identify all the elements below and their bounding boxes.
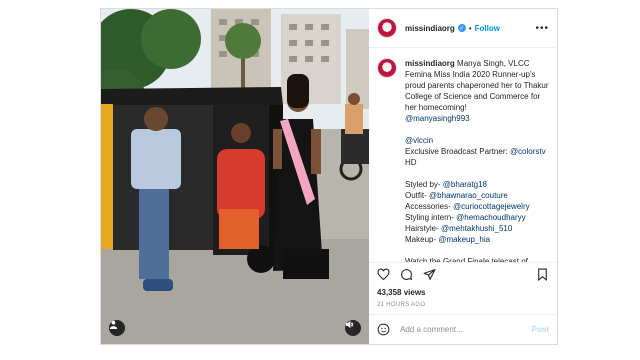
comment-box: Post <box>369 314 557 344</box>
caption-segment: Styling intern- <box>405 213 454 222</box>
caption-segment: HD Styled by- <box>405 158 441 189</box>
caption-segment: Makeup- <box>405 235 437 244</box>
follow-button[interactable]: Follow <box>475 24 500 33</box>
post-comment-button[interactable]: Post <box>532 325 549 334</box>
mention-link[interactable]: @mehtakhushi_510 <box>441 224 512 233</box>
caption-body: Manya Singh, VLCC Femina Miss India 2020… <box>405 59 551 262</box>
separator-dot: • <box>468 23 472 33</box>
caption-section: missindiaorg Manya Singh, VLCC Femina Mi… <box>369 48 557 262</box>
comment-icon[interactable] <box>400 268 413 281</box>
bookmark-icon[interactable] <box>536 268 549 281</box>
mention-link[interactable]: @curiocottagejewelry <box>453 202 530 211</box>
mention-link[interactable]: @colorstv <box>510 147 546 156</box>
mention-link[interactable]: @makeup_hia <box>438 235 490 244</box>
caption-text: missindiaorg Manya Singh, VLCC Femina Mi… <box>405 58 549 262</box>
post-header: missindiaorg ✓ • Follow ••• <box>369 9 557 48</box>
mention-link[interactable]: @bharatg18 <box>443 180 487 189</box>
post-video[interactable] <box>101 9 369 344</box>
speaker-icon[interactable] <box>345 320 361 336</box>
verified-badge-icon: ✓ <box>457 24 466 32</box>
emoji-icon[interactable] <box>377 323 390 336</box>
mention-link[interactable]: @bhawnarao_couture <box>429 191 508 200</box>
comment-input[interactable] <box>398 324 532 335</box>
mention-link[interactable]: @vlccin <box>405 136 433 145</box>
view-count[interactable]: 43,358 views <box>369 286 557 297</box>
caption-avatar[interactable] <box>377 58 397 78</box>
more-options-icon[interactable]: ••• <box>535 23 549 34</box>
user-tag-icon[interactable] <box>109 320 125 336</box>
post-sidebar: missindiaorg ✓ • Follow ••• missindiaorg… <box>369 9 557 344</box>
instagram-post: missindiaorg ✓ • Follow ••• missindiaorg… <box>100 8 558 345</box>
video-frame <box>101 9 369 344</box>
caption-segment: Exclusive Broadcast Partner: <box>405 147 508 156</box>
mention-link[interactable]: @manyasingh993 <box>405 114 470 123</box>
caption-segment: Outfit- <box>405 191 427 200</box>
caption-segment: Hairstyle- <box>405 224 439 233</box>
username[interactable]: missindiaorg <box>405 24 455 33</box>
timestamp[interactable]: 21 HOURS AGO <box>369 297 557 314</box>
heart-icon[interactable] <box>377 268 390 281</box>
mention-link[interactable]: @hemachoudharyy <box>456 213 526 222</box>
caption-username[interactable]: missindiaorg <box>405 59 455 68</box>
share-icon[interactable] <box>423 268 436 281</box>
action-bar <box>369 262 557 286</box>
caption-segment: Accessories- <box>405 202 451 211</box>
avatar[interactable] <box>377 18 397 38</box>
